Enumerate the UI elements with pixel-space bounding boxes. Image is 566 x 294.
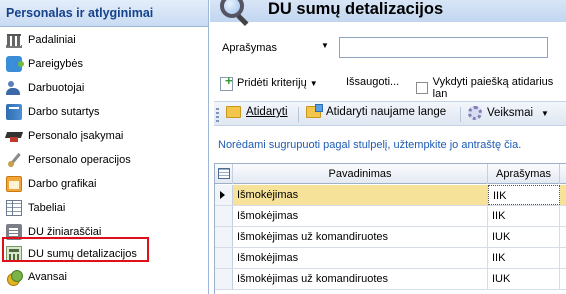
row-indicator[interactable] — [215, 227, 233, 247]
puzzle-icon — [6, 56, 24, 72]
nav-item-label: DU žiniaraščiai — [28, 226, 102, 238]
nav-item-label: Personalo įsakymai — [28, 130, 124, 142]
building-icon — [6, 32, 22, 48]
chevron-down-icon: ▼ — [309, 78, 318, 88]
toolbar-separator — [298, 107, 299, 122]
open-label: Atidaryti — [246, 106, 288, 118]
filter-input[interactable] — [339, 37, 548, 58]
cell-pavadinimas[interactable]: Išmokėjimas — [233, 185, 488, 205]
column-chooser[interactable] — [215, 164, 233, 184]
nav-item-du-ziniarasciai[interactable]: DU žiniaraščiai — [0, 220, 208, 244]
row-indicator[interactable] — [215, 185, 233, 205]
tools-icon — [6, 152, 22, 168]
data-grid: Pavadinimas Aprašymas Išmokėjimas IIK Iš… — [214, 163, 566, 294]
current-row-arrow-icon — [220, 191, 225, 199]
cell-aprasymas[interactable]: IUK — [488, 269, 560, 289]
nav-item-label: Personalo operacijos — [28, 154, 131, 166]
filter-dropdown-arrow-icon[interactable]: ▼ — [321, 41, 329, 50]
filter-field-label[interactable]: Aprašymas — [222, 42, 277, 54]
nav-item-padaliniai[interactable]: Padaliniai — [0, 28, 208, 52]
timesheet-icon — [6, 200, 22, 216]
column-header-aprasymas[interactable]: Aprašymas — [488, 164, 560, 184]
table-row[interactable]: Išmokėjimas IIK — [215, 206, 566, 227]
nav-item-personalo-operacijos[interactable]: Personalo operacijos — [0, 148, 208, 172]
people-icon — [6, 80, 22, 96]
graduation-cap-icon — [6, 128, 22, 144]
cell-pavadinimas[interactable]: Išmokėjimas — [233, 248, 488, 268]
filter-row: Aprašymas ▼ — [210, 36, 566, 58]
action-toolbar: Atidaryti Atidaryti naujame lange Veiksm… — [214, 101, 566, 126]
calculator-icon — [6, 246, 22, 262]
nav-item-darbo-grafikai[interactable]: Darbo grafikai — [0, 172, 208, 196]
table-row[interactable]: Išmokėjimas už komandiruotes IUK — [215, 227, 566, 248]
save-criteria-button[interactable]: Išsaugoti... — [346, 76, 399, 88]
nav-item-label: Pareigybės — [28, 58, 84, 70]
search-on-open-checkbox[interactable]: Vykdyti paiešką atidarius lan — [416, 76, 566, 100]
main-panel: DU sumų detalizacijos Aprašymas ▼ Pridėt… — [210, 0, 566, 294]
save-criteria-label: Išsaugoti... — [346, 76, 400, 88]
cell-pavadinimas[interactable]: Išmokėjimas — [233, 206, 488, 226]
cell-aprasymas[interactable]: IUK — [488, 227, 560, 247]
chevron-down-icon: ▼ — [541, 108, 549, 118]
grid-header: Pavadinimas Aprašymas — [215, 163, 566, 184]
open-new-window-label: Atidaryti naujame lange — [326, 106, 447, 118]
row-indicator[interactable] — [215, 248, 233, 268]
nav-item-label: Padaliniai — [28, 34, 76, 46]
nav-item-label: Tabeliai — [28, 202, 66, 214]
gear-icon — [468, 106, 482, 120]
actions-label: Veiksmai — [487, 107, 534, 119]
nav-item-pareigybes[interactable]: Pareigybės — [0, 52, 208, 76]
add-criteria-label: Pridėti kriterijų — [237, 77, 307, 89]
cell-pavadinimas[interactable]: Išmokėjimas už komandiruotes — [233, 269, 488, 289]
checkbox-icon — [416, 82, 428, 94]
table-row[interactable]: Išmokėjimas IIK — [215, 185, 566, 206]
ledger-icon — [6, 224, 22, 240]
toolbar-grip-icon[interactable] — [216, 106, 219, 122]
nav-item-darbuotojai[interactable]: Darbuotojai — [0, 76, 208, 100]
row-indicator[interactable] — [215, 206, 233, 226]
nav-item-tabeliai[interactable]: Tabeliai — [0, 196, 208, 220]
add-criteria-icon — [220, 73, 234, 91]
magnifier-icon — [218, 0, 254, 28]
nav-header[interactable]: Personalas ir atlyginimai — [0, 0, 208, 27]
group-by-hint[interactable]: Norėdami sugrupuoti pagal stulpelį, užte… — [218, 139, 521, 151]
folder-open-icon — [226, 106, 241, 118]
column-header-pavadinimas[interactable]: Pavadinimas — [233, 164, 488, 184]
table-row[interactable]: Išmokėjimas už komandiruotes IUK — [215, 269, 566, 290]
criteria-row: Pridėti kriterijų ▼ Išsaugoti... Vykdyti… — [210, 73, 566, 100]
nav-item-label: Darbo sutartys — [28, 106, 100, 118]
cell-pavadinimas[interactable]: Išmokėjimas už komandiruotes — [233, 227, 488, 247]
actions-menu-button[interactable]: Veiksmai ▼ — [468, 106, 549, 120]
cell-aprasymas[interactable]: IIK — [488, 206, 560, 226]
cell-aprasymas[interactable]: IIK — [488, 248, 560, 268]
nav-item-label: Darbo grafikai — [28, 178, 97, 190]
add-criteria-button[interactable]: Pridėti kriterijų ▼ — [220, 73, 318, 91]
nav-item-label: Avansai — [28, 271, 67, 283]
nav-item-label: Darbuotojai — [28, 82, 85, 94]
nav-item-personalo-isakymai[interactable]: Personalo įsakymai — [0, 124, 208, 148]
nav-item-darbo-sutartys[interactable]: Darbo sutartys — [0, 100, 208, 124]
nav-item-label: DU sumų detalizacijos — [28, 248, 137, 260]
nav-item-avansai[interactable]: Avansai — [0, 265, 208, 289]
search-on-open-label: Vykdyti paiešką atidarius lan — [432, 76, 554, 100]
row-indicator[interactable] — [215, 269, 233, 289]
contract-book-icon — [6, 104, 22, 120]
nav-item-du-sumu-detalizacijos[interactable]: DU sumų detalizacijos — [0, 242, 208, 266]
toolbar-separator — [460, 107, 461, 122]
navigation-panel: Personalas ir atlyginimai Padaliniai Par… — [0, 0, 209, 294]
table-row[interactable]: Išmokėjimas IIK — [215, 248, 566, 269]
page-title: DU sumų detalizacijos — [268, 0, 444, 18]
grid-settings-icon — [218, 168, 230, 179]
calendar-icon — [6, 176, 22, 192]
cell-aprasymas[interactable]: IIK — [488, 185, 560, 205]
coins-icon — [6, 269, 23, 286]
open-button[interactable]: Atidaryti — [226, 106, 288, 118]
folder-new-window-icon — [306, 104, 323, 118]
open-new-window-button[interactable]: Atidaryti naujame lange — [306, 104, 447, 118]
